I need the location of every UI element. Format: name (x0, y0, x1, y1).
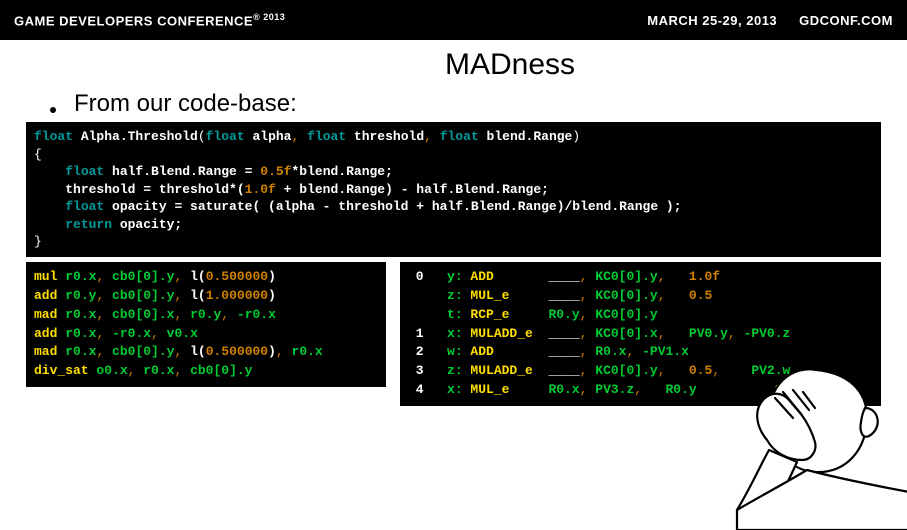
bullet-icon (50, 107, 56, 113)
facepalm-icon (697, 310, 907, 530)
bullet-line: From our code-base: (50, 90, 297, 118)
code-block-asm-left: mul r0.x, cb0[0].y, l(0.500000) add r0.y… (26, 262, 386, 387)
header-bar: GAME DEVELOPERS CONFERENCE® 2013 MARCH 2… (0, 0, 907, 40)
conference-site: GDCONF.COM (799, 13, 893, 28)
bullet-text: From our code-base: (74, 90, 297, 118)
conference-name: GAME DEVELOPERS CONFERENCE (14, 13, 253, 28)
slide-title: MADness (445, 48, 575, 82)
conference-year: ® 2013 (253, 12, 285, 22)
code-block-hlsl: float Alpha.Threshold(float alpha, float… (26, 122, 881, 257)
conference-title: GAME DEVELOPERS CONFERENCE® 2013 (14, 12, 285, 28)
conference-dates: MARCH 25-29, 2013 (647, 13, 777, 28)
